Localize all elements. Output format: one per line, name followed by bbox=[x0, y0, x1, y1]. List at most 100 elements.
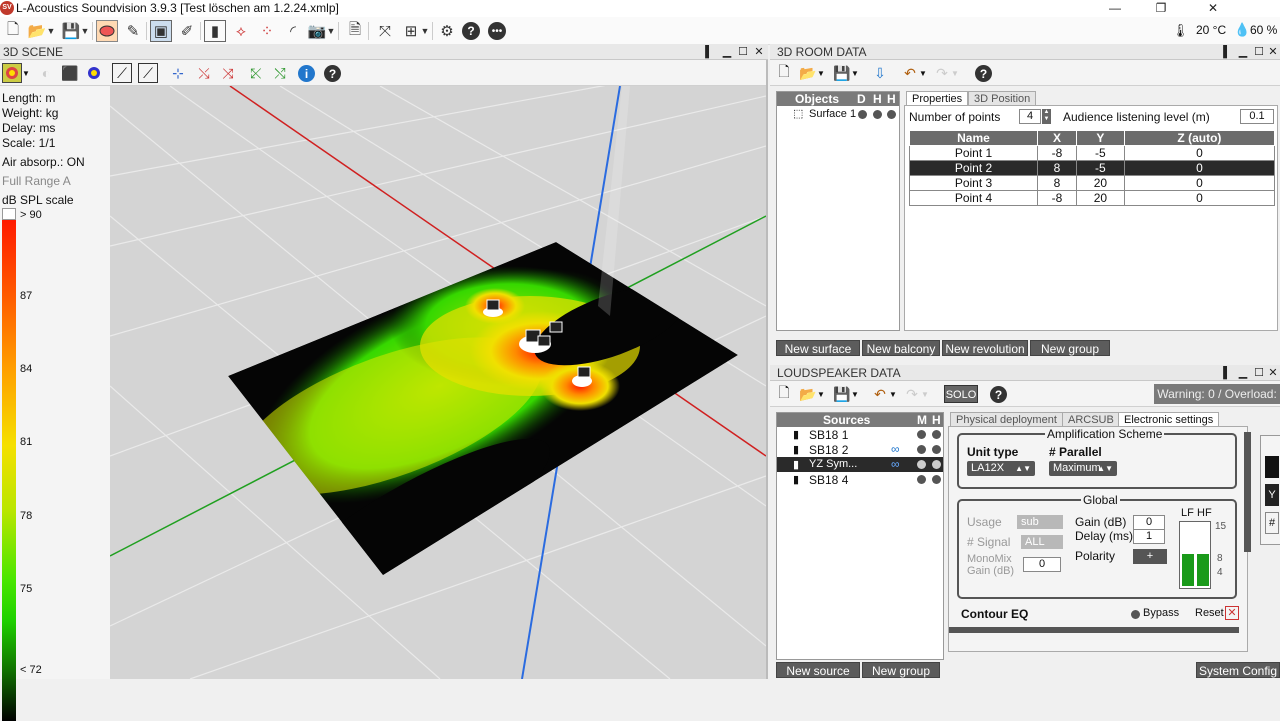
open-dropdown-icon[interactable]: ▼ bbox=[46, 20, 56, 42]
new-file-icon[interactable]: 🗋 bbox=[774, 384, 794, 404]
layout-icon[interactable]: ⊞ bbox=[400, 20, 422, 42]
cell[interactable]: 0 bbox=[1123, 160, 1276, 176]
new-file-icon[interactable]: 🗋 bbox=[2, 20, 24, 42]
close-panel-icon[interactable]: ✕ bbox=[1266, 365, 1280, 381]
hide-toggle[interactable] bbox=[932, 445, 941, 454]
list-item[interactable]: ▮ SB18 2 ∞ bbox=[777, 442, 943, 457]
redo-dropdown-icon[interactable]: ▼ bbox=[920, 384, 930, 404]
mapping-icon[interactable] bbox=[96, 20, 118, 42]
new-group-button[interactable]: New group bbox=[1030, 340, 1110, 356]
3d-viewport[interactable] bbox=[110, 86, 766, 679]
open-dropdown-icon[interactable]: ▼ bbox=[816, 384, 826, 404]
system-config-button[interactable]: System Config bbox=[1196, 662, 1280, 678]
cell[interactable]: 8 bbox=[1036, 175, 1077, 191]
open-folder-icon[interactable]: 📂 bbox=[798, 384, 818, 404]
pin-icon[interactable]: ▌ bbox=[1220, 44, 1234, 60]
cell[interactable]: 0 bbox=[1123, 175, 1276, 191]
camera-icon[interactable]: 📷 bbox=[306, 20, 328, 42]
close-panel-icon[interactable]: ✕ bbox=[752, 44, 766, 60]
hide-toggle[interactable] bbox=[932, 460, 941, 469]
close-window-button[interactable]: ✕ bbox=[1190, 0, 1236, 17]
section2-icon[interactable]: ⟋ bbox=[138, 63, 158, 83]
list-item-selected[interactable]: ▮ YZ Sym... ∞ bbox=[777, 457, 943, 472]
new-surface-button[interactable]: New surface bbox=[776, 340, 860, 356]
audience-level-input[interactable]: 0.1 bbox=[1240, 109, 1274, 124]
info-icon[interactable]: i bbox=[298, 65, 315, 82]
spl-dropdown-icon[interactable]: ▼ bbox=[22, 63, 30, 83]
table-row[interactable]: Point 1 -8 -5 0 bbox=[909, 145, 1276, 161]
new-revolution-button[interactable]: New revolution bbox=[942, 340, 1028, 356]
undo-dropdown-icon[interactable]: ▼ bbox=[918, 63, 928, 83]
num-points-input[interactable]: 4 bbox=[1019, 109, 1041, 124]
undo-icon[interactable]: ↶ bbox=[870, 384, 890, 404]
bypass-toggle[interactable] bbox=[1131, 610, 1140, 619]
moon-icon[interactable]: ◐ bbox=[36, 63, 56, 83]
solo-button[interactable]: SOLO bbox=[944, 385, 978, 403]
arc-icon[interactable]: ◜ bbox=[282, 20, 304, 42]
room-help-icon[interactable]: ? bbox=[975, 65, 992, 82]
cell[interactable]: -8 bbox=[1036, 145, 1077, 161]
cell[interactable]: Point 1 bbox=[909, 145, 1038, 161]
points-icon[interactable]: ⁘ bbox=[256, 20, 278, 42]
display-toggle[interactable] bbox=[858, 110, 867, 119]
tab-physical-deployment[interactable]: Physical deployment bbox=[950, 412, 1063, 427]
mute-toggle[interactable] bbox=[917, 460, 926, 469]
mute-toggle[interactable] bbox=[917, 445, 926, 454]
save-dropdown-icon[interactable]: ▼ bbox=[80, 20, 90, 42]
cell[interactable]: Point 3 bbox=[909, 175, 1038, 191]
room-icon[interactable]: ▣ bbox=[150, 20, 172, 42]
pen-icon[interactable]: ✎ bbox=[122, 20, 144, 42]
maximize-panel-icon[interactable]: ☐ bbox=[1252, 365, 1266, 381]
new-group-button[interactable]: New group bbox=[862, 662, 940, 678]
side-y-button[interactable]: Y bbox=[1265, 484, 1279, 506]
cell[interactable]: 8 bbox=[1036, 160, 1077, 176]
vertex-icon[interactable]: ⟡ bbox=[230, 20, 252, 42]
gain-input[interactable]: 0 bbox=[1133, 515, 1165, 530]
minimize-panel-icon[interactable]: ▁ bbox=[1236, 44, 1250, 60]
delay-input[interactable]: 1 bbox=[1133, 529, 1165, 544]
cell[interactable]: -5 bbox=[1075, 160, 1125, 176]
mute-toggle[interactable] bbox=[917, 475, 926, 484]
usage-field[interactable]: sub bbox=[1017, 515, 1063, 529]
undo-icon[interactable]: ↶ bbox=[900, 63, 920, 83]
maximize-panel-icon[interactable]: ☐ bbox=[1252, 44, 1266, 60]
polarity-button[interactable]: + bbox=[1133, 549, 1167, 564]
signal-field[interactable]: ALL bbox=[1021, 535, 1063, 549]
tree-item-surface[interactable]: ⬚ Surface 1 bbox=[777, 106, 899, 122]
open-dropdown-icon[interactable]: ▼ bbox=[816, 63, 826, 83]
axes-icon[interactable]: ⊹ bbox=[168, 63, 188, 83]
box-view-icon[interactable]: ⬛ bbox=[60, 63, 80, 83]
pin-icon[interactable]: ▌ bbox=[702, 44, 716, 60]
cell[interactable]: -8 bbox=[1036, 190, 1077, 206]
spl-mode-icon[interactable] bbox=[2, 63, 22, 83]
box-icon[interactable]: ▮ bbox=[204, 20, 226, 42]
report-icon[interactable]: 🗎 bbox=[344, 20, 366, 42]
restore-button[interactable]: ❐ bbox=[1138, 0, 1184, 17]
table-row-selected[interactable]: Point 2 8 -5 0 bbox=[909, 160, 1276, 176]
hide-toggle[interactable] bbox=[932, 430, 941, 439]
tab-properties[interactable]: Properties bbox=[906, 91, 969, 106]
tab-3d-position[interactable]: 3D Position bbox=[968, 91, 1037, 106]
cell[interactable]: -5 bbox=[1075, 145, 1125, 161]
list-item[interactable]: ▮ SB18 4 bbox=[777, 472, 943, 487]
layout-dropdown-icon[interactable]: ▼ bbox=[420, 20, 430, 42]
redo-icon[interactable]: ↷ bbox=[902, 384, 922, 404]
cell[interactable]: Point 2 bbox=[909, 160, 1038, 176]
maximize-panel-icon[interactable]: ☐ bbox=[736, 44, 750, 60]
save-icon[interactable]: 💾 bbox=[832, 63, 852, 83]
color-wheel-icon[interactable] bbox=[84, 63, 104, 83]
open-folder-icon[interactable]: 📂 bbox=[26, 20, 48, 42]
scene-help-icon[interactable]: ? bbox=[324, 65, 341, 82]
num-points-spinner[interactable]: ▲ ▼ bbox=[1042, 109, 1051, 124]
horizontal-scrollbar[interactable] bbox=[949, 627, 1239, 633]
tab-electronic-settings[interactable]: Electronic settings bbox=[1118, 412, 1220, 427]
parallel-select[interactable]: Maximum ▲▼ bbox=[1049, 461, 1117, 476]
save-dropdown-icon[interactable]: ▼ bbox=[850, 63, 860, 83]
rotate-y-icon[interactable]: ⤨ bbox=[218, 63, 238, 83]
section-icon[interactable]: ⟋ bbox=[112, 63, 132, 83]
reset-icon[interactable]: ✕ bbox=[1225, 606, 1239, 620]
pin-icon[interactable]: ▌ bbox=[1220, 365, 1234, 381]
import-icon[interactable]: ⇩ bbox=[870, 63, 890, 83]
new-source-button[interactable]: New source bbox=[776, 662, 860, 678]
cell[interactable]: 20 bbox=[1075, 175, 1125, 191]
